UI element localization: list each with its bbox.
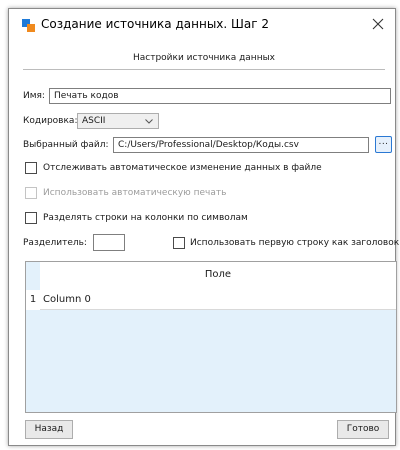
encoding-select[interactable]: ASCII	[77, 113, 159, 129]
track-changes-label: Отслеживать автоматическое изменение дан…	[43, 163, 322, 173]
encoding-label: Кодировка:	[23, 116, 78, 126]
split-columns-checkbox[interactable]	[25, 212, 37, 224]
section-header: Настройки источника данных	[132, 53, 276, 63]
separator-label: Разделитель:	[23, 238, 87, 248]
chevron-down-icon	[145, 119, 153, 124]
dialog-window: Создание источника данных. Шаг 2 Настрой…	[8, 8, 400, 446]
section-divider	[23, 69, 385, 70]
name-input[interactable]: Печать кодов	[49, 88, 391, 104]
data-preview-grid[interactable]: Поле 1 Column 0	[25, 261, 397, 413]
grid-empty-area	[40, 310, 396, 412]
separator-input[interactable]	[93, 234, 125, 251]
title-bar[interactable]: Создание источника данных. Шаг 2	[9, 9, 395, 41]
back-button[interactable]: Назад	[25, 420, 73, 439]
close-icon	[372, 18, 384, 30]
first-row-header-checkbox[interactable]	[173, 237, 185, 249]
auto-print-checkbox[interactable]	[25, 187, 37, 199]
split-columns-label: Разделять строки на колонки по символам	[43, 213, 248, 223]
encoding-selected-value: ASCII	[82, 116, 106, 126]
name-label: Имя:	[23, 91, 45, 101]
file-path-input[interactable]: C:/Users/Professional/Desktop/Коды.csv	[113, 137, 369, 153]
grid-cell[interactable]: Column 0	[40, 290, 396, 310]
app-logo-icon	[22, 19, 35, 32]
column-header[interactable]: Поле	[40, 262, 396, 288]
done-button[interactable]: Готово	[337, 420, 389, 439]
close-button[interactable]	[365, 13, 391, 35]
row-header-column	[26, 262, 40, 412]
track-changes-checkbox[interactable]	[25, 162, 37, 174]
row-number[interactable]: 1	[26, 290, 40, 310]
window-title: Создание источника данных. Шаг 2	[41, 17, 269, 31]
auto-print-label: Использовать автоматическую печать	[43, 188, 227, 198]
file-label: Выбранный файл:	[23, 140, 109, 150]
browse-file-button[interactable]: ...	[375, 136, 392, 153]
first-row-header-label: Использовать первую строку как заголовок	[190, 238, 400, 248]
